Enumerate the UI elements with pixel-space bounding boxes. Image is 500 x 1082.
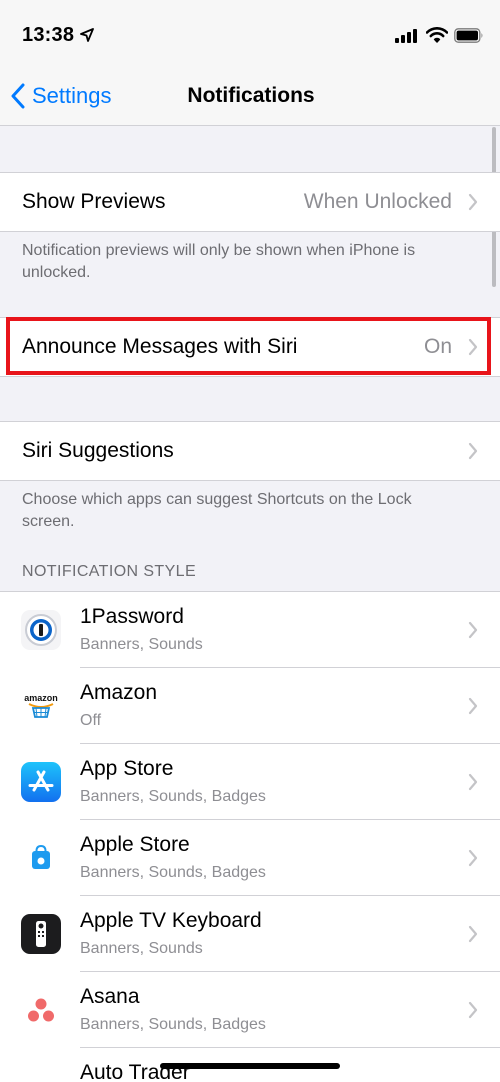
back-button-label: Settings bbox=[32, 83, 112, 108]
battery-icon bbox=[454, 28, 483, 43]
app-name: 1Password bbox=[80, 605, 184, 628]
app-name: Apple TV Keyboard bbox=[80, 909, 262, 932]
announce-messages-row[interactable]: Announce Messages with Siri On bbox=[0, 318, 500, 376]
siri-suggestions-group: Siri Suggestions bbox=[0, 421, 500, 481]
back-button[interactable]: Settings bbox=[10, 80, 112, 112]
show-previews-label: Show Previews bbox=[22, 190, 166, 213]
app-name: Asana bbox=[80, 985, 140, 1008]
location-arrow-icon bbox=[80, 28, 94, 42]
amazon-icon: amazon bbox=[21, 686, 61, 726]
show-previews-group: Show Previews When Unlocked bbox=[0, 172, 500, 232]
app-row-apple-store[interactable]: Apple Store Banners, Sounds, Badges bbox=[0, 820, 500, 896]
siri-suggestions-footer: Choose which apps can suggest Shortcuts … bbox=[22, 491, 412, 530]
1password-icon bbox=[21, 610, 61, 650]
status-time: 13:38 bbox=[22, 24, 75, 46]
app-detail: Banners, Sounds, Badges bbox=[80, 1016, 266, 1033]
app-list: 1Password Banners, Sounds amazon Amazon … bbox=[0, 591, 500, 1082]
app-row-app-store[interactable]: App Store Banners, Sounds, Badges bbox=[0, 744, 500, 820]
auto-trader-icon bbox=[21, 1066, 61, 1082]
chevron-right-icon bbox=[468, 849, 478, 867]
app-detail: Banners, Sounds, Badges bbox=[80, 788, 266, 805]
app-name: App Store bbox=[80, 757, 174, 780]
asana-icon bbox=[21, 990, 61, 1030]
app-row-1password[interactable]: 1Password Banners, Sounds bbox=[0, 592, 500, 668]
app-row-amazon[interactable]: amazon Amazon Off bbox=[0, 668, 500, 744]
wifi-icon bbox=[426, 27, 448, 43]
chevron-right-icon bbox=[468, 1001, 478, 1019]
chevron-right-icon bbox=[468, 442, 478, 460]
status-bar: 13:38 bbox=[0, 0, 500, 66]
app-detail: Off bbox=[80, 712, 102, 729]
show-previews-footer: Notification previews will only be shown… bbox=[22, 242, 416, 281]
cellular-signal-icon bbox=[395, 29, 417, 43]
chevron-right-icon bbox=[468, 925, 478, 943]
home-indicator[interactable] bbox=[160, 1063, 340, 1069]
chevron-right-icon bbox=[468, 697, 478, 715]
chevron-right-icon bbox=[468, 193, 478, 211]
siri-suggestions-row[interactable]: Siri Suggestions bbox=[0, 422, 500, 480]
app-detail: Banners, Sounds bbox=[80, 940, 203, 957]
app-detail: Banners, Sounds bbox=[80, 636, 203, 653]
announce-messages-label: Announce Messages with Siri bbox=[22, 335, 298, 358]
announce-group: Announce Messages with Siri On bbox=[0, 317, 500, 377]
amazon-icon-text: amazon bbox=[24, 693, 58, 703]
show-previews-value: When Unlocked bbox=[303, 190, 452, 213]
announce-messages-value: On bbox=[423, 335, 452, 358]
show-previews-row[interactable]: Show Previews When Unlocked bbox=[0, 173, 500, 231]
app-row-apple-tv-keyboard[interactable]: Apple TV Keyboard Banners, Sounds bbox=[0, 896, 500, 972]
siri-suggestions-label: Siri Suggestions bbox=[22, 439, 174, 462]
app-name: Apple Store bbox=[80, 833, 190, 856]
apple-store-icon bbox=[21, 838, 61, 878]
app-row-asana[interactable]: Asana Banners, Sounds, Badges bbox=[0, 972, 500, 1048]
chevron-right-icon bbox=[468, 621, 478, 639]
app-name: Amazon bbox=[80, 681, 158, 704]
chevron-right-icon bbox=[468, 773, 478, 791]
chevron-left-icon bbox=[11, 83, 25, 109]
chevron-right-icon bbox=[468, 338, 478, 356]
apple-tv-keyboard-icon bbox=[21, 914, 61, 954]
app-detail: Banners, Sounds, Badges bbox=[80, 864, 266, 881]
app-store-icon bbox=[21, 762, 61, 802]
notification-style-header: NOTIFICATION STYLE bbox=[22, 563, 197, 580]
navigation-bar: Settings Notifications bbox=[0, 66, 500, 126]
